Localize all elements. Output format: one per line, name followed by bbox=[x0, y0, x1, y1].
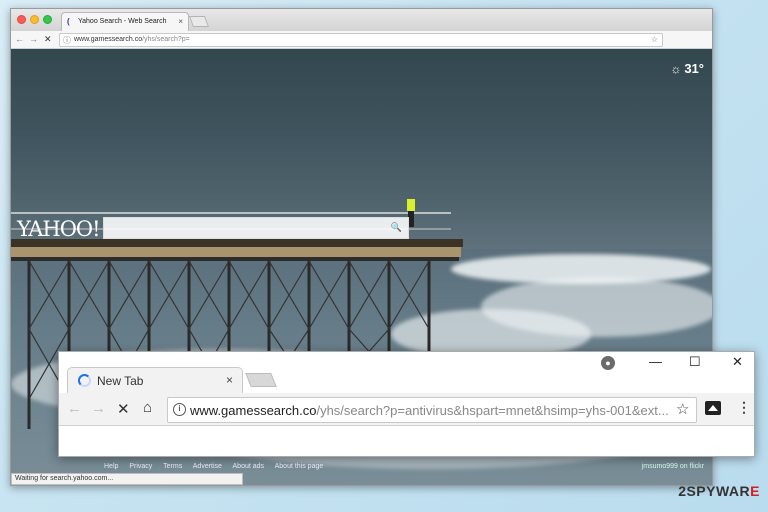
photo-credit[interactable]: jmsumo999 on flickr bbox=[642, 463, 704, 470]
minimize-icon[interactable]: — bbox=[649, 354, 662, 369]
stop-loading-icon[interactable]: ✕ bbox=[117, 400, 130, 418]
footer-link-help[interactable]: Help bbox=[104, 463, 118, 470]
back-url-domain: www.gamessearch.co bbox=[74, 36, 143, 43]
stop-icon[interactable]: ✕ bbox=[44, 34, 52, 45]
watermark-main: 2SPYWAR bbox=[678, 483, 751, 499]
close-window-icon[interactable] bbox=[17, 15, 26, 24]
weather-widget[interactable]: ☼ 31° bbox=[670, 61, 704, 76]
profile-icon[interactable]: ● bbox=[601, 356, 615, 370]
footer-link-privacy[interactable]: Privacy bbox=[129, 463, 152, 470]
front-toolbar: ← → ✕ ⌂ i www.gamessearch.co/yhs/search?… bbox=[59, 393, 754, 426]
new-tab-button[interactable] bbox=[188, 16, 210, 27]
front-browser-window: New Tab × ● — ☐ ✕ ← → ✕ ⌂ i www.gamessea… bbox=[58, 351, 755, 457]
footer-link-about-ads[interactable]: About ads bbox=[233, 463, 265, 470]
yahoo-favicon-icon: ( bbox=[67, 17, 70, 26]
minimize-window-icon[interactable] bbox=[30, 15, 39, 24]
back-toolbar: ← → ✕ ⓘ www.gamessearch.co/yhs/search?p=… bbox=[11, 31, 712, 49]
front-url-domain: www.gamessearch.co bbox=[190, 403, 317, 418]
bookmark-star-icon[interactable]: ☆ bbox=[651, 35, 658, 44]
footer-links: Help Privacy Terms Advertise About ads A… bbox=[104, 463, 332, 470]
maximize-window-icon[interactable] bbox=[43, 15, 52, 24]
info-icon[interactable]: ⓘ bbox=[63, 35, 71, 46]
back-tab-yahoo[interactable]: ( Yahoo Search - Web Search × bbox=[61, 12, 189, 31]
yahoo-logo[interactable]: YAHOO! bbox=[17, 217, 101, 241]
back-tab-title: Yahoo Search - Web Search bbox=[78, 18, 167, 25]
footer-link-terms[interactable]: Terms bbox=[163, 463, 182, 470]
front-tab-title: New Tab bbox=[97, 374, 144, 388]
front-address-bar[interactable]: i www.gamessearch.co/yhs/search?p=antivi… bbox=[167, 397, 697, 423]
tab-close-icon[interactable]: × bbox=[178, 17, 183, 26]
home-icon[interactable]: ⌂ bbox=[143, 399, 152, 416]
loading-spinner-icon bbox=[78, 374, 91, 387]
new-tab-button[interactable] bbox=[245, 373, 277, 387]
forward-arrow-icon[interactable]: → bbox=[29, 34, 38, 44]
front-tab-bar: New Tab × ● — ☐ ✕ bbox=[59, 352, 754, 394]
back-address-bar[interactable]: ⓘ www.gamessearch.co/yhs/search?p= ☆ bbox=[59, 33, 663, 47]
watermark-accent: E bbox=[750, 483, 760, 499]
tab-close-icon[interactable]: × bbox=[226, 373, 233, 387]
bookmark-star-icon[interactable]: ☆ bbox=[676, 400, 689, 418]
forward-arrow-icon[interactable]: → bbox=[91, 400, 106, 417]
weather-temperature: 31° bbox=[684, 61, 704, 76]
back-url-path: /yhs/search?p= bbox=[142, 36, 190, 43]
weather-sun-cloud-icon: ☼ bbox=[670, 62, 682, 76]
status-bar: Waiting for search.yahoo.com... bbox=[11, 473, 243, 485]
maximize-icon[interactable]: ☐ bbox=[689, 354, 701, 370]
spyware-watermark: 2SPYWARE bbox=[678, 483, 760, 499]
footer-link-about-page[interactable]: About this page bbox=[275, 463, 324, 470]
menu-dots-icon[interactable]: ⋮ bbox=[737, 399, 751, 416]
extension-image-icon[interactable] bbox=[705, 401, 721, 415]
close-icon[interactable]: ✕ bbox=[732, 354, 743, 370]
footer-link-advertise[interactable]: Advertise bbox=[193, 463, 222, 470]
back-arrow-icon[interactable]: ← bbox=[67, 400, 82, 417]
back-arrow-icon[interactable]: ← bbox=[15, 34, 24, 44]
front-url-path: /yhs/search?p=antivirus&hspart=mnet&hsim… bbox=[316, 403, 669, 418]
back-tab-bar: ( Yahoo Search - Web Search × bbox=[11, 9, 712, 31]
yahoo-search-input[interactable]: 🔍 bbox=[103, 217, 409, 239]
tab-new-tab[interactable]: New Tab × bbox=[67, 367, 243, 394]
info-icon[interactable]: i bbox=[173, 403, 186, 416]
search-icon[interactable]: 🔍 bbox=[391, 222, 402, 233]
